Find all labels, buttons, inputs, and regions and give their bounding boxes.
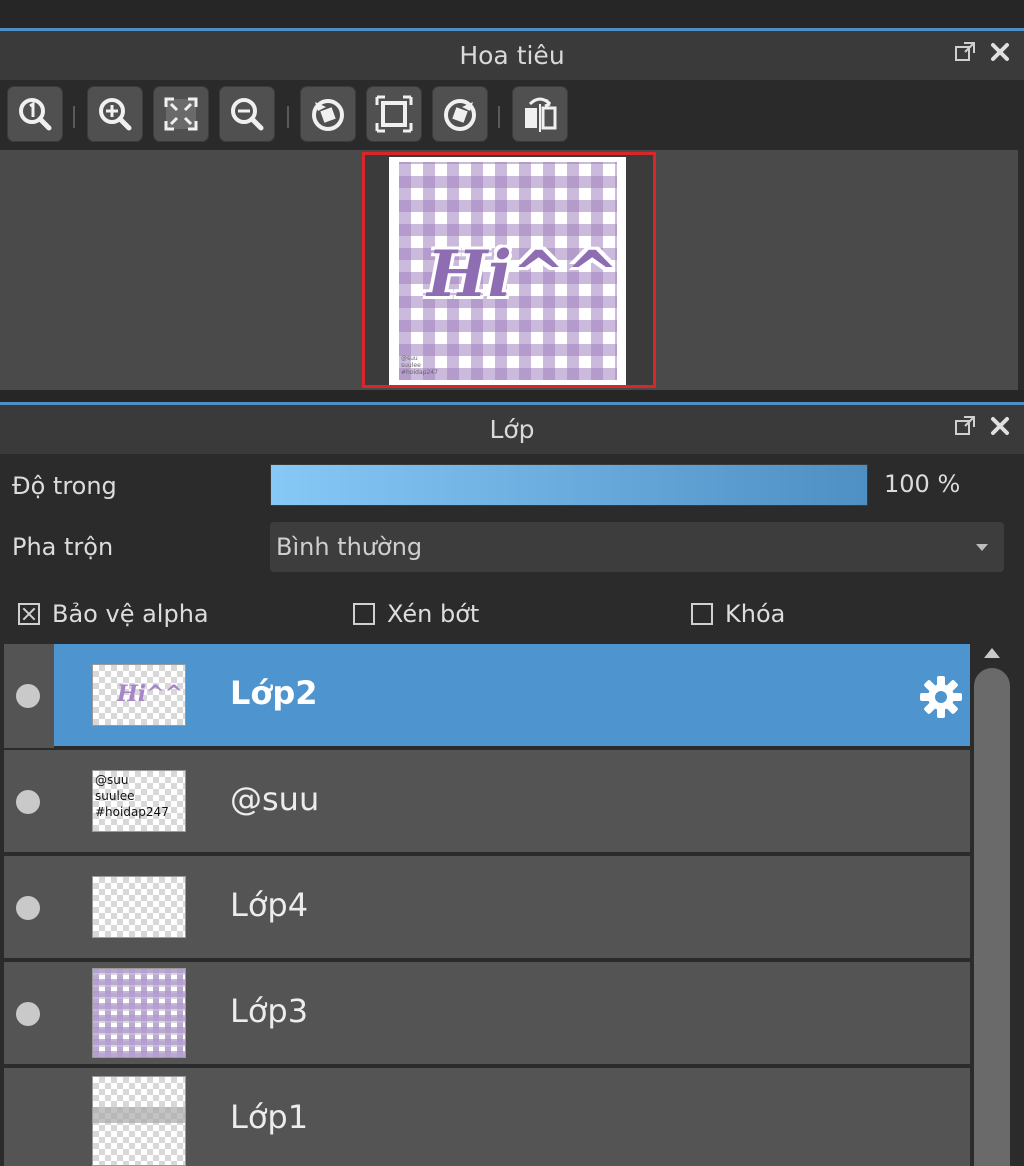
layer-name: Lớp2 [230,674,318,712]
thumb-gingham-pattern [93,969,185,1057]
protect-alpha-label: Bảo vệ alpha [52,600,209,628]
layer-row-lop1[interactable]: Lớp1 [4,1068,970,1166]
layer-row-lop3[interactable]: Lớp3 [4,962,970,1066]
blend-mode-value: Bình thường [276,533,423,561]
lock-checkbox[interactable]: Khóa [691,600,785,628]
layer-row-lop4[interactable]: Lớp4 [4,856,970,960]
visibility-dot-icon[interactable] [16,1002,40,1026]
layer-thumbnail: @suu suulee #hoidap247 [92,770,186,832]
preview-hi-text: Hi^^ [427,237,620,312]
panel-divider [0,390,1024,402]
top-strip [0,0,1024,28]
popout-icon[interactable] [954,41,976,67]
clipping-checkbox[interactable]: Xén bớt [353,600,479,628]
blend-label: Pha trộn [12,533,114,561]
close-icon[interactable] [990,42,1010,66]
layer-name: @suu [230,780,320,818]
visibility-dot-icon[interactable] [16,790,40,814]
rotate-right-icon [444,99,476,131]
zoom-out-icon [231,98,264,131]
opacity-value: 100 % [884,470,961,498]
layer-thumbnail [92,876,186,938]
flip-icon [525,97,557,132]
thumb-watermark-text: @suu suulee #hoidap247 [95,773,169,819]
layer-thumbnail [92,1076,186,1166]
layer-thumbnail: Hi^^ [92,664,186,726]
zoom-in-button[interactable] [87,86,143,142]
toolbar-separator [287,106,289,128]
rotate-left-button[interactable] [300,86,356,142]
protect-alpha-checkbox[interactable]: Bảo vệ alpha [18,600,209,628]
layer-row-lop2[interactable]: Hi^^ Lớp2 [4,644,970,748]
navigator-viewport-frame[interactable]: Hi^^ @suu suulee #hoidap247 [362,152,656,388]
opacity-slider[interactable] [270,464,868,506]
layers-title: Lớp [489,415,535,444]
visibility-dot-icon[interactable] [16,684,40,708]
layer-name: Lớp3 [230,992,309,1030]
flip-horizontal-button[interactable] [512,86,568,142]
navigator-toolbar [0,80,1024,150]
toolbar-separator [498,106,500,128]
popout-icon[interactable] [954,415,976,441]
checkbox-unchecked-icon [353,603,375,625]
chevron-down-icon [976,544,988,551]
lock-label: Khóa [725,600,786,628]
layers-panel-header: Lớp [0,402,1024,454]
navigator-panel-header: Hoa tiêu [0,28,1024,80]
fit-canvas-button[interactable] [366,86,422,142]
zoom-in-icon [99,98,132,131]
scrollbar-thumb[interactable] [974,668,1010,1166]
layer-thumbnail [92,968,186,1058]
scroll-up-arrow-icon[interactable] [984,648,1000,658]
layer-list-scrollbar[interactable] [972,644,1012,1166]
fit-screen-icon [164,97,198,131]
toolbar-separator [73,106,75,128]
layer-list: Hi^^ Lớp2 @suu suulee #hoidap247 @suu Lớ… [4,644,970,1166]
rotate-left-icon [312,99,344,131]
zoom-1-icon [19,98,52,131]
rotate-right-button[interactable] [432,86,488,142]
gear-icon[interactable] [918,674,964,724]
layer-name: Lớp4 [230,886,309,924]
zoom-actual-size-button[interactable] [7,86,63,142]
preview-watermark: @suu suulee #hoidap247 [401,355,438,376]
thumb-band [93,1107,185,1123]
navigator-preview-area[interactable]: Hi^^ @suu suulee #hoidap247 [0,150,1018,390]
zoom-out-button[interactable] [219,86,275,142]
clipping-label: Xén bớt [387,600,480,628]
checkbox-unchecked-icon [691,603,713,625]
visibility-dot-icon[interactable] [16,896,40,920]
close-icon[interactable] [990,416,1010,440]
layer-name: Lớp1 [230,1098,309,1136]
layer-row-suu[interactable]: @suu suulee #hoidap247 @suu [4,750,970,854]
fit-window-button[interactable] [153,86,209,142]
thumb-hi-text: Hi^^ [117,681,184,707]
blend-mode-select[interactable]: Bình thường [270,522,1004,572]
fit-canvas-icon [375,95,413,133]
navigator-title: Hoa tiêu [459,41,565,70]
checkbox-checked-icon [18,603,40,625]
canvas-preview: Hi^^ @suu suulee #hoidap247 [389,157,626,385]
opacity-label: Độ trong [12,472,117,500]
